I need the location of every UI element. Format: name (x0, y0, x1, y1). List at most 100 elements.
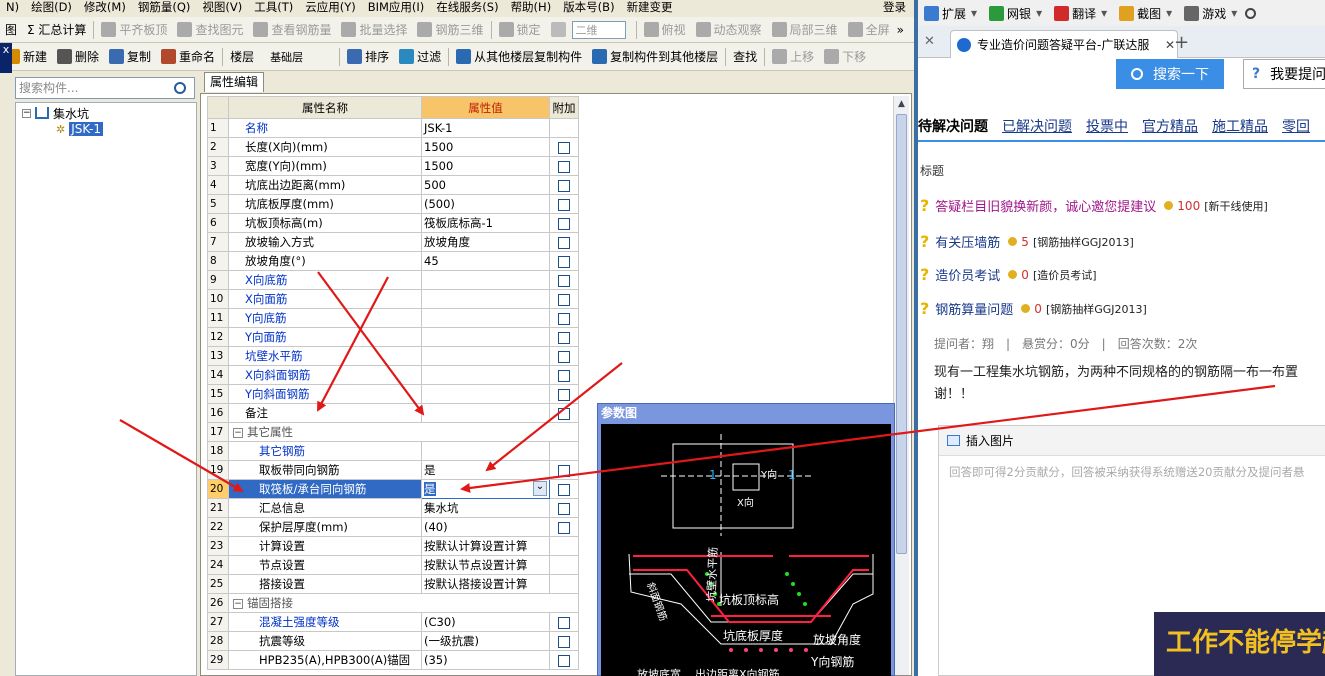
question-tab-3[interactable]: 官方精品 (1135, 116, 1205, 136)
question-category[interactable]: [造价员考试] (1033, 267, 1097, 283)
menu-item-7[interactable]: BIM应用(I) (362, 0, 431, 14)
side-panel-close-tab[interactable]: x (0, 43, 12, 73)
property-value[interactable]: 放坡角度 (421, 232, 550, 252)
property-row[interactable]: 10 X向面筋 (207, 289, 579, 309)
browser-toolbar-item-4[interactable]: 游戏 ▾ (1178, 5, 1243, 22)
additional-checkbox[interactable] (558, 369, 570, 382)
property-row[interactable]: 3 宽度(Y向)(mm) 1500 (207, 156, 579, 176)
new-tab-button[interactable]: + (1174, 32, 1189, 53)
question-tab-1[interactable]: 已解决问题 (995, 116, 1079, 136)
question-category[interactable]: [钢筋抽样GGJ2013] (1046, 301, 1147, 317)
menu-item-6[interactable]: 云应用(Y) (299, 0, 362, 14)
toolbar1-item-11[interactable]: 局部三维 (767, 19, 843, 41)
property-value[interactable]: 是 ⌄ (421, 479, 550, 499)
menu-item-1[interactable]: 绘图(D) (25, 0, 78, 14)
toolbar1-item-7[interactable]: 锁定 (494, 19, 546, 41)
menu-item-2[interactable]: 修改(M) (78, 0, 132, 14)
property-value[interactable]: JSK-1 (421, 118, 550, 138)
additional-checkbox[interactable] (558, 274, 570, 287)
property-value[interactable] (421, 441, 550, 461)
property-value[interactable] (421, 346, 550, 366)
collapse-icon[interactable]: − (22, 108, 31, 118)
menu-item-5[interactable]: 工具(T) (248, 0, 299, 14)
menu-item-11[interactable]: 新建变更 (621, 0, 679, 14)
tree-node-sump[interactable]: − 集水坑 (22, 105, 89, 121)
insert-image-label[interactable]: 插入图片 (966, 432, 1014, 449)
property-value[interactable] (421, 384, 550, 404)
browser-toolbar-item-2[interactable]: 翻译 ▾ (1048, 5, 1113, 22)
additional-checkbox[interactable] (558, 502, 570, 515)
toolbar2-item-5[interactable]: 基础层 (259, 46, 337, 68)
property-row[interactable]: 13 坑壁水平筋 (207, 346, 579, 366)
property-value[interactable] (421, 403, 550, 423)
browser-search-icon[interactable] (1245, 7, 1257, 19)
toolbar1-item-10[interactable]: 动态观察 (691, 19, 767, 41)
additional-checkbox[interactable] (558, 141, 570, 154)
toolbar1-item-4[interactable]: 查看钢筋量 (248, 19, 336, 41)
scroll-up-arrow[interactable]: ▲ (894, 96, 909, 112)
toolbar2-item-2[interactable]: 复制 (104, 46, 156, 68)
property-row[interactable]: 8 放坡角度(°) 45 (207, 251, 579, 271)
menu-item-12[interactable]: 登录 (877, 0, 914, 14)
promo-banner[interactable]: 工作不能停学起 (1154, 612, 1325, 676)
property-value[interactable]: (一级抗震) (421, 631, 550, 651)
close-previous-tab-icon[interactable]: ✕ (924, 34, 935, 49)
additional-checkbox[interactable] (558, 616, 570, 629)
property-row[interactable]: 6 坑板顶标高(m) 筏板底标高-1 (207, 213, 579, 233)
property-value[interactable]: (40) (421, 517, 550, 537)
property-group-row[interactable]: − 其它属性 (228, 422, 579, 442)
toolbar2-item-9[interactable]: 复制构件到其他楼层 (587, 46, 723, 68)
property-row[interactable]: 20 取筏板/承台同向钢筋是 ⌄ (207, 479, 579, 499)
menu-item-3[interactable]: 钢筋量(Q) (132, 0, 197, 14)
property-value[interactable] (421, 327, 550, 347)
property-value[interactable]: (500) (421, 194, 550, 214)
question-category[interactable]: [钢筋抽样GGJ2013] (1033, 234, 1134, 250)
scroll-thumb[interactable] (896, 114, 907, 554)
additional-checkbox[interactable] (558, 464, 570, 477)
toolbar1-item-9[interactable]: 俯视 (639, 19, 691, 41)
tree-node-jsk1[interactable]: ✲ JSK-1 (56, 121, 103, 137)
additional-checkbox[interactable] (558, 217, 570, 230)
toolbar2-item-10[interactable]: 查找 (728, 46, 762, 68)
dropdown-arrow-icon[interactable]: ⌄ (533, 481, 547, 496)
property-row[interactable]: 14 X向斜面钢筋 (207, 365, 579, 385)
question-title-link[interactable]: 钢筋算量问题 (935, 299, 1013, 318)
chevron-down-icon[interactable]: ▾ (1231, 6, 1237, 20)
toolbar2-item-1[interactable]: 删除 (52, 46, 104, 68)
toolbar2-item-11[interactable]: 上移 (767, 46, 819, 68)
property-value[interactable]: (35) (421, 650, 550, 670)
additional-checkbox[interactable] (558, 407, 570, 420)
additional-checkbox[interactable] (558, 312, 570, 325)
toolbar1-item-12[interactable]: 全屏 (843, 19, 895, 41)
additional-checkbox[interactable] (558, 293, 570, 306)
property-value[interactable]: 45 (421, 251, 550, 271)
menu-item-10[interactable]: 版本号(B) (557, 0, 620, 14)
property-value[interactable] (421, 365, 550, 385)
toolbar2-item-8[interactable]: 从其他楼层复制构件 (451, 46, 587, 68)
search-icon[interactable] (174, 82, 186, 94)
toolbar-more-icon[interactable]: » (897, 23, 904, 37)
property-value[interactable] (421, 308, 550, 328)
collapse-icon[interactable]: − (233, 427, 243, 438)
vertical-scrollbar[interactable]: ▲ (893, 96, 909, 675)
question-title-link[interactable]: 有关压墙筋 (935, 232, 1000, 251)
property-row[interactable]: 16 备注 (207, 403, 579, 423)
property-row[interactable]: 19 取板带同向钢筋是 (207, 460, 579, 480)
property-row[interactable]: 29 HPB235(A),HPB300(A)锚固 (35) (207, 650, 579, 670)
property-group-row[interactable]: − 锚固搭接 (228, 593, 579, 613)
property-value[interactable]: 1500 (421, 156, 550, 176)
additional-checkbox[interactable] (558, 236, 570, 249)
chevron-down-icon[interactable]: ▾ (1101, 6, 1107, 20)
browser-tab-active[interactable]: 专业造价问题答疑平台-广联达服 ✕ (950, 30, 1178, 58)
toolbar2-item-7[interactable]: 过滤 (394, 46, 446, 68)
property-row[interactable]: 26− 锚固搭接 (207, 593, 579, 613)
additional-checkbox[interactable] (558, 654, 570, 667)
search-button[interactable]: 搜索一下 (1116, 59, 1224, 89)
property-row[interactable]: 25 搭接设置 按默认搭接设置计算 (207, 574, 579, 594)
toolbar1-item-3[interactable]: 查找图元 (172, 19, 248, 41)
component-search-input[interactable] (16, 79, 166, 97)
question-category[interactable]: [新干线使用] (1204, 198, 1268, 214)
toolbar1-item-0[interactable]: 图 (0, 19, 22, 41)
property-row[interactable]: 15 Y向斜面钢筋 (207, 384, 579, 404)
tab-property-edit[interactable]: 属性编辑 (204, 72, 265, 92)
